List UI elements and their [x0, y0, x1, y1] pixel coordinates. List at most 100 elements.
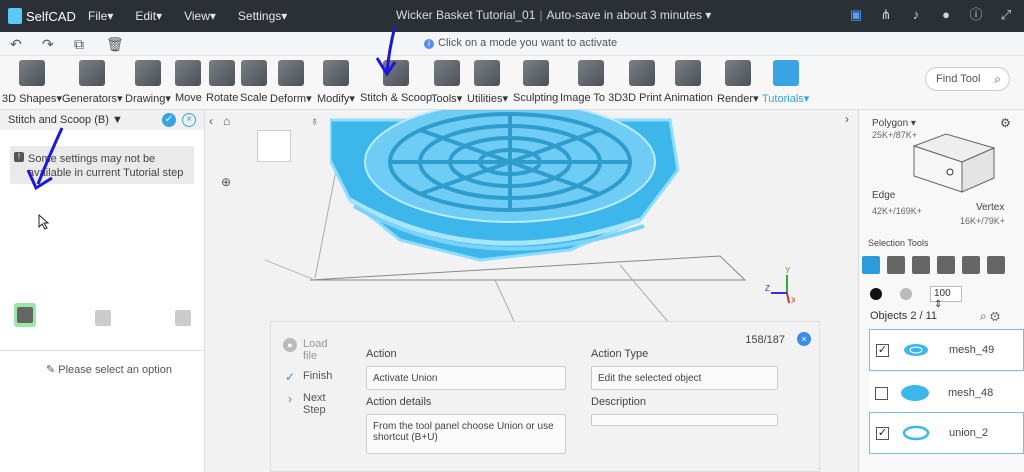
menu-view[interactable]: View▾ [184, 9, 216, 23]
share-icon[interactable]: ⋔ [878, 7, 894, 23]
document-title[interactable]: Wicker Basket Tutorial_01 | Auto-save in a… [396, 8, 711, 22]
search-objects-icon[interactable]: ⌕ [980, 309, 987, 323]
info-icon[interactable]: ⓘ [968, 7, 984, 23]
find-tool-input[interactable]: Find Tool ⌕ [925, 67, 1010, 91]
tool-sculpting[interactable]: Sculpting [513, 60, 558, 104]
action-details-field: From the tool panel choose Union or use … [366, 414, 566, 454]
orbit-icon[interactable]: ⊕ [221, 175, 231, 189]
texture-icon[interactable] [900, 288, 912, 300]
select-polygon-icon[interactable] [912, 256, 930, 274]
edge-label: Edge [872, 190, 896, 201]
color-swatch[interactable] [870, 288, 882, 300]
tool-image-to-3d[interactable]: Image To 3D [560, 60, 622, 104]
deform-icon [277, 60, 304, 86]
description-label: Description [591, 396, 647, 408]
step-counter: 158/187 [745, 334, 785, 346]
tool-move[interactable]: Move [175, 60, 202, 104]
close-icon[interactable]: × [182, 113, 196, 127]
user-circle-icon: ● [283, 338, 297, 352]
mesh-thumbnail [902, 425, 930, 441]
tool-animation[interactable]: Animation [664, 60, 713, 104]
select-edge-icon[interactable] [937, 256, 955, 274]
tool-render[interactable]: Render▾ [717, 60, 759, 105]
move-icon [175, 60, 202, 86]
load-file-step[interactable]: ● Load file [283, 338, 333, 362]
edge-stats: 42K+/169K+ [872, 206, 923, 216]
collapse-left-icon[interactable]: ‹ [209, 114, 213, 128]
objects-settings-icon[interactable]: ⚙ [990, 309, 1000, 323]
tool-scale[interactable]: Scale [240, 60, 268, 104]
select-object-icon[interactable] [862, 256, 880, 274]
finish-step[interactable]: ✓ Finish [283, 370, 332, 384]
tool-tools[interactable]: Tools▾ [431, 60, 462, 105]
delete-icon[interactable]: 🗑 [106, 36, 124, 53]
tool-modify[interactable]: Modify▾ [317, 60, 355, 105]
tool-3d-shapes[interactable]: 3D Shapes▾ [2, 60, 62, 105]
tools-icon [433, 60, 460, 86]
union-icon [17, 307, 33, 323]
svg-text:X: X [791, 296, 795, 305]
redo-icon[interactable]: ↷ [42, 36, 54, 53]
home-icon[interactable]: ⌂ [223, 114, 230, 128]
user-icon[interactable]: ● [938, 7, 954, 23]
menu-edit[interactable]: Edit▾ [135, 9, 162, 23]
collapse-right-icon[interactable]: › [845, 112, 849, 126]
annotation-arrow [26, 127, 64, 191]
option-intersection[interactable] [172, 306, 194, 330]
objects-header: Objects 2 / 11 [870, 310, 938, 322]
visibility-checkbox[interactable] [875, 386, 888, 400]
copy-icon[interactable]: ⧉ [74, 36, 84, 53]
autosave-status: Auto-save in about 3 minutes [546, 8, 702, 22]
main-toolbar: 3D Shapes▾ Generators▾ Drawing▾ Move Rot… [0, 56, 1024, 110]
axis-gizmo: Y Z X [765, 266, 795, 305]
save-icon[interactable]: ▣ [848, 7, 864, 23]
undo-icon[interactable]: ↶ [10, 36, 22, 53]
selection-mode-cube[interactable] [906, 128, 998, 198]
tool-drawing[interactable]: Drawing▾ [125, 60, 171, 105]
hint-message: i Click on a mode you want to activate [424, 37, 617, 49]
cube-icon [18, 60, 45, 86]
tool-3d-print[interactable]: 3D Print [622, 60, 662, 104]
difference-icon [95, 310, 111, 326]
chevron-right-icon: › [288, 392, 292, 406]
visibility-checkbox[interactable]: ✓ [876, 343, 889, 357]
option-union[interactable] [14, 303, 36, 327]
vertex-stats: 16K+/79K+ [960, 216, 1006, 226]
svg-text:Z: Z [765, 284, 770, 293]
menu-settings[interactable]: Settings▾ [238, 9, 287, 23]
modify-icon [322, 60, 349, 86]
view-cube[interactable] [257, 130, 291, 162]
tool-deform[interactable]: Deform▾ [270, 60, 312, 105]
tool-tutorials[interactable]: Tutorials▾ [762, 60, 809, 105]
tool-rotate[interactable]: Rotate [206, 60, 238, 104]
top-menu-bar: SelfCAD File▾ Edit▾ View▾ Settings▾ Wick… [0, 0, 1024, 32]
menu-file[interactable]: File▾ [88, 9, 113, 23]
tool-generators[interactable]: Generators▾ [62, 60, 123, 105]
svg-text:Y: Y [785, 266, 791, 275]
bell-icon[interactable]: ♪ [908, 7, 924, 23]
next-step-button[interactable]: › Next Step [283, 392, 333, 416]
opacity-stepper[interactable]: 100 ⇕ [930, 286, 962, 310]
utilities-icon [474, 60, 501, 86]
app-logo[interactable]: SelfCAD [8, 8, 88, 24]
close-tutorial-icon[interactable]: × [797, 332, 811, 346]
object-row[interactable]: mesh_48 [869, 372, 1024, 414]
select-vertex-icon[interactable] [962, 256, 980, 274]
mesh-thumbnail [901, 385, 929, 401]
search-icon[interactable]: ⌕ [994, 72, 1001, 87]
select-paint-icon[interactable] [987, 256, 1005, 274]
wicker-basket-mesh[interactable] [330, 110, 690, 280]
gear-icon[interactable]: ⚙ [1000, 116, 1011, 130]
light-icon[interactable]: ♁ [310, 114, 319, 128]
tool-utilities[interactable]: Utilities▾ [467, 60, 508, 105]
printer-icon [628, 60, 655, 86]
select-face-icon[interactable] [887, 256, 905, 274]
action-type-field: Edit the selected object [591, 366, 778, 390]
action-label: Action [366, 348, 397, 360]
confirm-icon[interactable]: ✓ [162, 113, 176, 127]
fullscreen-icon[interactable]: ⤢ [998, 7, 1014, 23]
visibility-checkbox[interactable]: ✓ [876, 426, 889, 440]
option-difference[interactable] [92, 306, 114, 330]
object-row[interactable]: ✓ mesh_49 [869, 329, 1024, 371]
object-row[interactable]: ✓ union_2 [869, 412, 1024, 454]
